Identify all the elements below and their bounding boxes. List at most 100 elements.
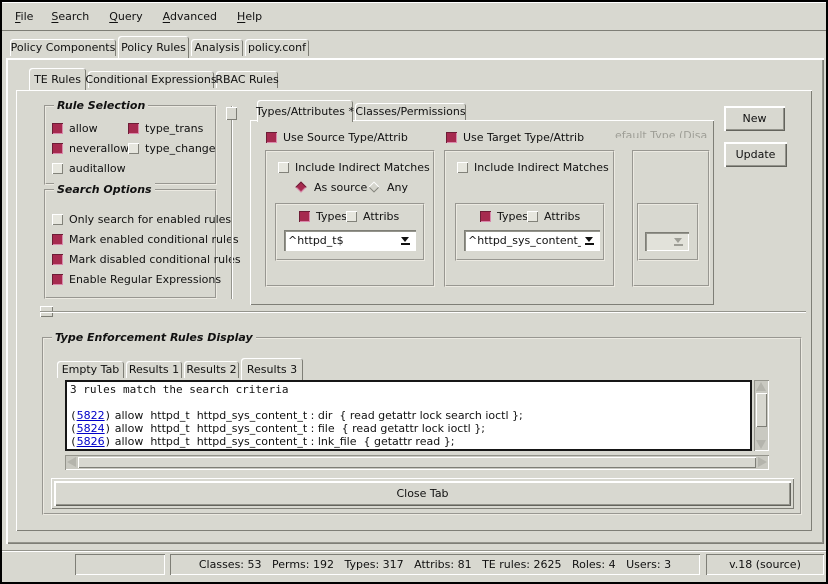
checkbox-indicator [128, 143, 139, 154]
checkbox-allow[interactable]: allow [52, 122, 98, 135]
checkbox-source-types[interactable]: Types [299, 210, 347, 223]
checkbox-indicator [52, 214, 63, 225]
vertical-sash-handle[interactable] [226, 107, 237, 120]
checkbox-neverallow[interactable]: neverallow [52, 142, 129, 155]
checkbox-target-indirect[interactable]: Include Indirect Matches [457, 161, 609, 174]
tab-classes-permissions[interactable]: Classes/Permissions [355, 103, 466, 120]
checkbox-indicator [52, 163, 63, 174]
checkbox-indicator [52, 143, 63, 154]
checkbox-indicator [52, 254, 63, 265]
checkbox-use-target[interactable]: Use Target Type/Attrib [446, 131, 584, 144]
scroll-right-icon[interactable] [758, 457, 767, 467]
horizontal-sash [40, 311, 806, 313]
rule-id-link[interactable]: 5824 [77, 422, 105, 435]
checkbox-source-indirect[interactable]: Include Indirect Matches [278, 161, 430, 174]
checkbox-indicator [299, 211, 310, 222]
scroll-up-icon[interactable] [756, 382, 766, 391]
vertical-sash [231, 106, 233, 299]
checkbox-source-attribs[interactable]: Attribs [346, 210, 399, 223]
checkbox-indicator [128, 123, 139, 134]
policy-stats: Classes: 53 Perms: 192 Types: 317 Attrib… [199, 558, 671, 571]
checkbox-only-enabled[interactable]: Only search for enabled rules [52, 213, 231, 226]
checkbox-indicator [480, 211, 491, 222]
checkbox-target-types[interactable]: Types [480, 210, 528, 223]
tab-conditional-expressions[interactable]: Conditional Expressions [88, 71, 214, 88]
tab-policy-rules[interactable]: Policy Rules [118, 36, 189, 58]
new-button[interactable]: New [724, 106, 785, 131]
results-group-title: Type Enforcement Rules Display [52, 331, 256, 344]
tab-empty-tab[interactable]: Empty Tab [57, 361, 124, 378]
menu-file[interactable]: File [12, 8, 36, 25]
source-type-frame: Types Attribs ^httpd_t$ [275, 203, 425, 261]
checkbox-mark-disabled[interactable]: Mark disabled conditional rules [52, 253, 241, 266]
rule-line: (5822) allow httpd_t httpd_sys_content_t… [70, 409, 747, 422]
policy-rules-panel: TE Rules Conditional Expressions RBAC Ru… [6, 58, 824, 544]
tab-results-2[interactable]: Results 2 [184, 361, 239, 378]
menu-search[interactable]: Search [48, 8, 92, 25]
dropdown-arrow-icon [581, 234, 597, 248]
tab-types-attributes[interactable]: Types/Attributes * [257, 100, 353, 122]
types-attributes-notebook: Types/Attributes * Classes/Permissions U… [250, 100, 714, 305]
source-type-combobox[interactable]: ^httpd_t$ [284, 230, 416, 251]
checkbox-indicator [527, 211, 538, 222]
default-type-label: efault Type (Disa [615, 124, 712, 138]
rule-selection-group: Rule Selection allow type_trans neverall… [44, 105, 217, 185]
types-attributes-panel: Use Source Type/Attrib Include Indirect … [250, 120, 714, 305]
dropdown-arrow-icon [670, 235, 686, 249]
results-group: Type Enforcement Rules Display Empty Tab… [42, 337, 802, 515]
tab-results-3[interactable]: Results 3 [241, 358, 303, 380]
results-vertical-scrollbar[interactable] [754, 380, 769, 451]
checkbox-indicator [52, 234, 63, 245]
app-window: File Search Query Advanced Help Policy C… [0, 0, 828, 584]
tab-rbac-rules[interactable]: RBAC Rules [216, 71, 278, 88]
scroll-left-icon[interactable] [67, 457, 76, 467]
default-type-inner-frame [637, 203, 699, 261]
scrollbar-thumb[interactable] [756, 393, 767, 427]
checkbox-mark-enabled[interactable]: Mark enabled conditional rules [52, 233, 239, 246]
scroll-down-icon[interactable] [756, 440, 766, 449]
checkbox-indicator [457, 162, 468, 173]
tab-results-1[interactable]: Results 1 [126, 361, 182, 378]
menu-query[interactable]: Query [106, 8, 145, 25]
update-button[interactable]: Update [724, 142, 787, 167]
results-horizontal-scrollbar[interactable] [65, 455, 769, 470]
radio-as-source[interactable]: As source [295, 181, 367, 194]
te-rules-panel: Rule Selection allow type_trans neverall… [16, 90, 812, 531]
results-text-area[interactable]: 3 rules match the search criteria (5822)… [65, 380, 752, 451]
scrollbar-thumb[interactable] [78, 457, 756, 468]
menu-help[interactable]: Help [234, 8, 265, 25]
rule-tab-bar: TE Rules Conditional Expressions RBAC Ru… [16, 68, 812, 90]
radio-any[interactable]: Any [368, 181, 408, 194]
source-frame: Include Indirect Matches As source Any T… [265, 150, 435, 287]
radio-indicator [368, 181, 381, 194]
dropdown-arrow-icon [397, 234, 413, 248]
checkbox-regex[interactable]: Enable Regular Expressions [52, 273, 221, 286]
checkbox-auditallow[interactable]: auditallow [52, 162, 126, 175]
types-attributes-tab-bar: Types/Attributes * Classes/Permissions [250, 100, 714, 122]
menu-advanced[interactable]: Advanced [160, 8, 220, 25]
search-options-title: Search Options [54, 183, 155, 196]
target-type-combobox[interactable]: ^httpd_sys_content_t$ [464, 230, 600, 251]
tab-policy-conf[interactable]: policy.conf [245, 39, 309, 56]
rule-id-link[interactable]: 5822 [77, 409, 105, 422]
results-summary: 3 rules match the search criteria [70, 383, 747, 396]
results-tab-bar: Empty Tab Results 1 Results 2 Results 3 [44, 355, 800, 380]
target-type-frame: Types Attribs ^httpd_sys_content_t$ [455, 203, 605, 261]
checkbox-type-change[interactable]: type_change [128, 142, 216, 155]
checkbox-indicator [278, 162, 289, 173]
tab-policy-components[interactable]: Policy Components [10, 39, 116, 56]
rule-id-link[interactable]: 5826 [77, 435, 105, 448]
status-bar: Classes: 53 Perms: 192 Types: 317 Attrib… [2, 550, 826, 578]
default-type-frame [632, 150, 710, 287]
checkbox-type-trans[interactable]: type_trans [128, 122, 203, 135]
rule-line: (5826) allow httpd_t httpd_sys_content_t… [70, 435, 747, 448]
checkbox-target-attribs[interactable]: Attribs [527, 210, 580, 223]
tab-te-rules[interactable]: TE Rules [29, 68, 86, 90]
status-version-box: v.18 (source) [706, 554, 824, 575]
tab-analysis[interactable]: Analysis [191, 39, 243, 56]
rule-line: (5824) allow httpd_t httpd_sys_content_t… [70, 422, 747, 435]
checkbox-indicator [446, 132, 457, 143]
checkbox-indicator [52, 123, 63, 134]
close-tab-button[interactable]: Close Tab [54, 481, 791, 506]
checkbox-use-source[interactable]: Use Source Type/Attrib [266, 131, 408, 144]
